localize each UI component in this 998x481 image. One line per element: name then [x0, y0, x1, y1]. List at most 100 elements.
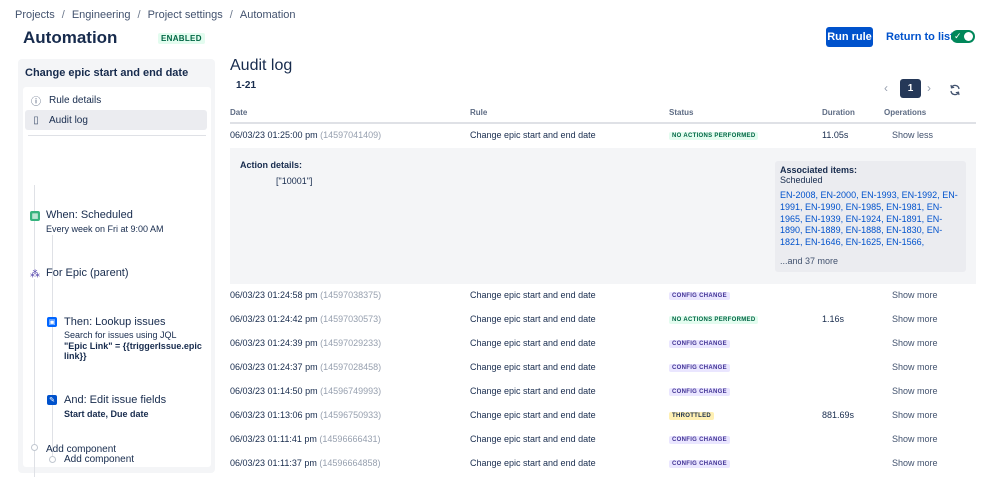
row-status-badge: CONFIG CHANGE — [669, 292, 730, 300]
check-icon: ✓ — [954, 31, 962, 41]
breadcrumb-automation[interactable]: Automation — [240, 9, 296, 21]
row-duration: 11.05s — [822, 130, 849, 140]
lookup-jql-cont: link}} — [64, 351, 87, 361]
breadcrumb-projects[interactable]: Projects — [15, 9, 55, 21]
status-badge: ENABLED — [158, 33, 205, 44]
run-rule-button[interactable]: Run rule — [826, 27, 873, 47]
table-row: 06/03/23 01:13:06 pm (14596750933) Change… — [230, 404, 976, 428]
row-toggle-details-button[interactable]: Show more — [892, 434, 938, 444]
associated-issue-link[interactable]: EN-1889 — [805, 225, 841, 235]
row-execution-id: (14597030573) — [320, 314, 382, 324]
column-header-rule: Rule — [470, 108, 488, 117]
add-dot-icon — [31, 444, 38, 451]
rule-sidebar: Change epic start and end date ⓘ Rule de… — [18, 59, 215, 477]
row-date: 06/03/23 01:24:58 pm (14597038375) — [230, 290, 381, 300]
edit-title[interactable]: And: Edit issue fields — [64, 394, 166, 406]
associated-issue-link[interactable]: EN-1985 — [846, 202, 882, 212]
associated-items-box: Associated items: Scheduled EN-2008, EN-… — [775, 161, 966, 272]
row-toggle-details-button[interactable]: Show more — [892, 410, 938, 420]
result-range: 1-21 — [236, 80, 257, 91]
row-toggle-details-button[interactable]: Show more — [892, 386, 938, 396]
row-rule: Change epic start and end date — [470, 458, 596, 468]
associated-issue-link[interactable]: EN-1990 — [805, 202, 841, 212]
associated-items-more: ...and 37 more — [780, 256, 839, 266]
associated-issue-link[interactable]: EN-1646 — [805, 237, 841, 247]
row-toggle-details-button[interactable]: Show more — [892, 458, 938, 468]
row-status-badge: CONFIG CHANGE — [669, 460, 730, 468]
row-rule: Change epic start and end date — [470, 314, 596, 324]
associated-issue-link[interactable]: EN-1625 — [846, 237, 882, 247]
row-status-badge: THROTTLED — [669, 412, 715, 420]
row-rule: Change epic start and end date — [470, 130, 596, 140]
table-row: 06/03/23 01:14:50 pm (14596749993) Change… — [230, 380, 976, 404]
breadcrumb-engineering[interactable]: Engineering — [72, 9, 131, 21]
page-1-button[interactable]: 1 — [900, 79, 921, 98]
associated-issue-link[interactable]: EN-1924 — [846, 214, 882, 224]
row-execution-id: (14596750933) — [320, 410, 382, 420]
nav-rule-details[interactable]: ⓘ Rule details — [25, 90, 207, 110]
chevron-right-icon[interactable]: › — [927, 81, 931, 95]
row-rule: Change epic start and end date — [470, 410, 596, 420]
action-details-panel: Action details: ["10001"] Associated ite… — [230, 148, 976, 284]
associated-issue-link[interactable]: EN-1939 — [805, 214, 841, 224]
associated-issue-link[interactable]: EN-1981 — [886, 202, 922, 212]
refresh-icon[interactable] — [949, 84, 961, 96]
branch-title[interactable]: For Epic (parent) — [46, 267, 129, 279]
row-toggle-details-button[interactable]: Show more — [892, 362, 938, 372]
row-toggle-details-button[interactable]: Show more — [892, 290, 938, 300]
chevron-left-icon[interactable]: ‹ — [884, 81, 888, 95]
associated-issue-link[interactable]: EN-2008 — [780, 190, 816, 200]
flow-connector — [34, 185, 35, 477]
trigger-title[interactable]: When: Scheduled — [46, 209, 133, 221]
breadcrumb-separator: / — [229, 9, 233, 21]
edit-fields: Start date, Due date — [64, 409, 149, 419]
row-execution-id: (14596749993) — [320, 386, 382, 396]
row-date-text: 06/03/23 01:24:42 pm — [230, 314, 318, 324]
row-execution-id: (14597041409) — [320, 130, 382, 140]
row-status-badge: CONFIG CHANGE — [669, 388, 730, 396]
associated-issue-link[interactable]: EN-1993 — [861, 190, 897, 200]
return-to-list-link[interactable]: Return to list — [886, 31, 954, 43]
row-status-badge: CONFIG CHANGE — [669, 436, 730, 444]
row-rule: Change epic start and end date — [470, 290, 596, 300]
add-component-rule[interactable]: Add component — [46, 444, 116, 455]
row-duration: 881.69s — [822, 410, 855, 420]
associated-issue-link[interactable]: EN-1888 — [846, 225, 882, 235]
table-row: 06/03/23 01:25:00 pm (14597041409) Change… — [230, 124, 976, 148]
rule-enabled-toggle[interactable]: ✓ — [951, 30, 975, 43]
column-header-duration: Duration — [822, 108, 855, 117]
row-execution-id: (14597029233) — [320, 338, 382, 348]
breadcrumb-separator: / — [61, 9, 65, 21]
rule-flow-panel: ⓘ Rule details ▯ Audit log ▦ When: Sched… — [23, 87, 211, 477]
toggle-knob — [964, 32, 973, 41]
branch-icon: ⁂ — [30, 268, 40, 280]
breadcrumb-project-settings[interactable]: Project settings — [148, 9, 223, 21]
add-dot-icon — [49, 456, 56, 463]
row-date-text: 06/03/23 01:24:58 pm — [230, 290, 318, 300]
associated-issue-link[interactable]: EN-1830 — [886, 225, 922, 235]
associated-items-title: Associated items: — [780, 165, 858, 175]
row-date-text: 06/03/23 01:11:37 pm — [230, 458, 317, 468]
row-date: 06/03/23 01:24:37 pm (14597028458) — [230, 362, 381, 372]
row-toggle-details-button[interactable]: Show less — [892, 130, 933, 140]
row-rule: Change epic start and end date — [470, 362, 596, 372]
row-date-text: 06/03/23 01:13:06 pm — [230, 410, 318, 420]
associated-issue-link[interactable]: EN-1992 — [902, 190, 938, 200]
column-header-status: Status — [669, 108, 694, 117]
associated-issue-link[interactable]: EN-1566 — [886, 237, 922, 247]
action-details-value: ["10001"] — [276, 176, 313, 186]
add-component-branch[interactable]: Add component — [64, 454, 134, 465]
associated-issue-link[interactable]: EN-1891 — [886, 214, 922, 224]
lookup-title[interactable]: Then: Lookup issues — [64, 316, 166, 328]
row-toggle-details-button[interactable]: Show more — [892, 314, 938, 324]
row-rule: Change epic start and end date — [470, 338, 596, 348]
row-rule: Change epic start and end date — [470, 386, 596, 396]
table-row: 06/03/23 01:24:42 pm (14597030573) Change… — [230, 308, 976, 332]
row-execution-id: (14596664858) — [319, 458, 381, 468]
nav-audit-log[interactable]: ▯ Audit log — [25, 110, 207, 130]
action-details-label: Action details: — [240, 160, 303, 170]
associated-issue-link[interactable]: EN-2000 — [821, 190, 857, 200]
rule-name: Change epic start and end date — [25, 67, 189, 79]
row-toggle-details-button[interactable]: Show more — [892, 338, 938, 348]
page-title: Automation — [23, 28, 118, 47]
